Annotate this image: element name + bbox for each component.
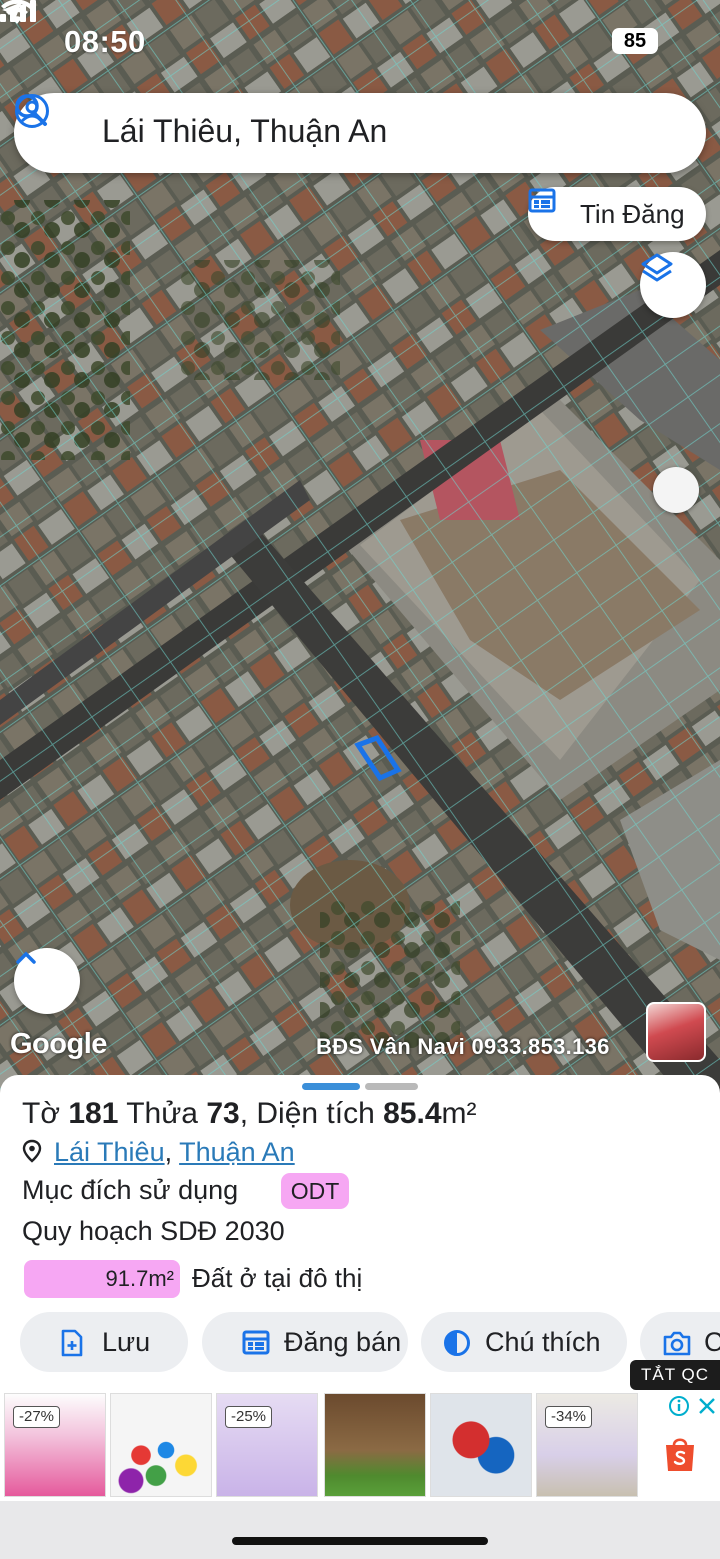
parcel-address: Lái Thiêu, Thuận An (22, 1137, 295, 1168)
ad-info-icon[interactable] (668, 1395, 690, 1417)
half-circle-icon (444, 1330, 470, 1356)
plan-area-chip: 91.7m² (24, 1260, 180, 1298)
clock: 08:50 (64, 24, 146, 59)
ad-banner[interactable]: -27% -25% -34% (0, 1391, 720, 1501)
legend-label: Chú thích (485, 1327, 601, 1357)
discount-badge: -25% (225, 1406, 273, 1428)
wifi-icon (1, 0, 33, 24)
listings-label: Tin Đăng (580, 199, 685, 229)
parcel-title: Tờ 181 Thửa 73, Diện tích 85.4m² (22, 1097, 477, 1130)
add-file-icon (61, 1329, 83, 1357)
ad-product-kids-outfit[interactable]: -34% (536, 1393, 638, 1497)
post-for-sale-label: Đăng bán (284, 1327, 402, 1357)
camera-add-icon (663, 1331, 691, 1356)
status-bar: 08:50 85 (0, 0, 720, 84)
action-bar: Lưu Đăng bán Chú thích C (0, 1312, 720, 1374)
home-indicator[interactable] (232, 1537, 488, 1545)
chevron-up-icon (16, 951, 36, 964)
ad-product-doll[interactable] (324, 1393, 426, 1497)
battery-indicator: 85 (612, 28, 658, 54)
ad-product-watch[interactable]: -27% (4, 1393, 106, 1497)
layers-icon (641, 253, 673, 282)
discount-badge: -34% (545, 1406, 593, 1428)
save-button[interactable]: Lưu (20, 1312, 188, 1372)
ad-product-clothes[interactable]: -25% (216, 1393, 318, 1497)
land-use-badge[interactable]: ODT (281, 1173, 349, 1209)
district-link[interactable]: Thuận An (179, 1137, 295, 1167)
search-input[interactable]: Lái Thiêu, Thuận An (102, 113, 387, 150)
ad-product-spiderman[interactable] (430, 1393, 532, 1497)
plan-type-label: Đất ở tại đô thị (192, 1263, 363, 1293)
shopee-logo-icon (666, 1438, 694, 1471)
ad-close-icon[interactable] (696, 1395, 718, 1417)
calendar-list-icon (528, 188, 556, 213)
listings-button[interactable]: Tin Đăng (528, 187, 706, 241)
search-icon[interactable] (14, 93, 48, 127)
search-bar[interactable]: Lái Thiêu, Thuận An (14, 93, 706, 173)
ward-link[interactable]: Lái Thiêu (54, 1137, 165, 1167)
map-credit: BĐS Vân Navi 0933.853.136 (316, 1034, 610, 1059)
location-pin-icon (22, 1139, 42, 1163)
area-value: 85.4 (383, 1097, 442, 1130)
layers-button[interactable] (640, 252, 706, 318)
discount-badge: -27% (13, 1406, 61, 1428)
save-label: Lưu (102, 1327, 151, 1357)
land-use-label: Mục đích sử dụng (22, 1175, 239, 1205)
street-view-thumbnail[interactable] (646, 1002, 706, 1062)
plan-heading: Quy hoạch SDĐ 2030 (22, 1216, 285, 1246)
close-ads-button[interactable]: TẮT QC (630, 1360, 720, 1390)
sheet-page-indicator[interactable] (365, 1083, 418, 1090)
system-bottom-area (0, 1501, 720, 1559)
google-logo: Google (10, 1028, 107, 1060)
legend-button[interactable]: Chú thích (421, 1312, 627, 1372)
plot-number: 73 (206, 1097, 240, 1130)
ad-product-pompoms[interactable] (110, 1393, 212, 1497)
photo-label: C (704, 1327, 720, 1357)
sheet-page-indicator-active[interactable] (302, 1083, 360, 1090)
calendar-icon (242, 1330, 270, 1355)
post-for-sale-button[interactable]: Đăng bán (202, 1312, 408, 1372)
expand-up-button[interactable] (14, 948, 80, 1014)
satellite-map[interactable]: 08:50 85 Lái Thiêu, Thuận An Tin Đăng Go… (0, 0, 720, 1095)
sheet-number: 181 (68, 1097, 119, 1130)
map-drag-handle[interactable] (653, 467, 699, 513)
